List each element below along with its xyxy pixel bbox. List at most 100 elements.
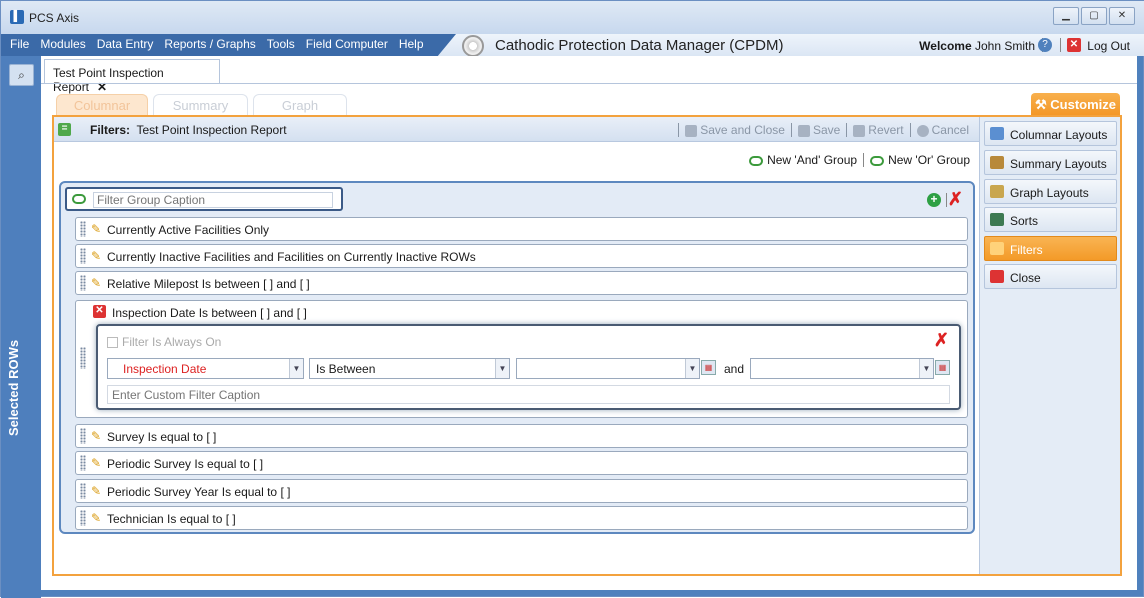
edit-pencil-icon[interactable]: ✎ [91,222,101,236]
remove-filter-icon[interactable]: ✕ [93,305,106,318]
cancel-button[interactable]: Cancel [916,123,969,137]
filter-row[interactable]: ✎ Periodic Survey Year Is equal to [ ] [75,479,968,503]
end-date-select[interactable]: ▼ [750,358,934,379]
edit-pencil-icon[interactable]: ✎ [91,511,101,525]
cancel-label: Cancel [931,123,969,137]
tab-summary[interactable]: Summary [153,94,248,115]
delete-group-icon[interactable]: ✗ [948,189,963,210]
filter-row[interactable]: ✎ Currently Inactive Facilities and Facil… [75,244,968,268]
new-or-group-link[interactable]: New 'Or' Group [870,153,970,167]
document-tab[interactable]: Test Point Inspection Report ✕ [44,59,220,94]
chart-icon [990,185,1004,198]
filter-group-caption-input[interactable] [93,192,333,208]
separator [678,123,680,137]
selected-rows-panel-toggle[interactable]: Selected ROWs [6,340,21,436]
field-value: Inspection Date [123,362,207,376]
filter-row[interactable]: ✎ Survey Is equal to [ ] [75,424,968,448]
menu-item-data-entry[interactable]: Data Entry [97,37,154,51]
start-date-select[interactable]: ▼ [516,358,700,379]
add-filter-icon[interactable]: + [927,193,941,207]
customize-button[interactable]: ⚒ Customize [1031,93,1120,117]
group-type-icon[interactable] [72,194,86,204]
app-window: ▌ PCS Axis ▁ ▢ ✕ File Modules Data Entry Re… [0,0,1144,598]
drag-handle-icon[interactable] [80,428,86,444]
side-item-filters[interactable]: Filters [984,236,1117,261]
tab-graph[interactable]: Graph [253,94,347,115]
filter-row[interactable]: ✎ Periodic Survey Is equal to [ ] [75,451,968,475]
expanded-filter-row: ✕ Inspection Date Is between [ ] and [ ]… [75,300,968,418]
filter-actions: Save and Close Save Revert Cancel [678,123,969,137]
chevron-down-icon[interactable]: ▼ [685,359,699,378]
and-group-icon [749,155,764,166]
edit-pencil-icon[interactable]: ✎ [91,456,101,470]
side-item-sorts[interactable]: Sorts [984,207,1117,232]
edit-pencil-icon[interactable]: ✎ [91,249,101,263]
new-and-group-label: New 'And' Group [767,153,858,167]
customize-panel: = Filters: Test Point Inspection Report … [52,115,1122,576]
logout-icon[interactable]: ✕ [1067,38,1081,52]
edit-pencil-icon[interactable]: ✎ [91,276,101,290]
edit-pencil-icon[interactable]: ✎ [91,484,101,498]
maximize-button[interactable]: ▢ [1081,7,1107,25]
menu-item-file[interactable]: File [10,37,29,51]
drag-handle-icon[interactable] [80,483,86,499]
revert-button[interactable]: Revert [853,123,904,137]
filter-group-caption [65,187,343,211]
save-and-close-button[interactable]: Save and Close [685,123,785,137]
side-item-graph-layouts[interactable]: Graph Layouts [984,179,1117,204]
always-on-checkbox[interactable]: Filter Is Always On [107,335,221,349]
menu-item-reports-graphs[interactable]: Reports / Graphs [164,37,255,51]
chevron-down-icon[interactable]: ▼ [919,359,933,378]
side-item-close[interactable]: Close [984,264,1117,289]
drag-handle-icon[interactable] [80,347,86,369]
side-item-label: Graph Layouts [1010,186,1089,200]
calendar-icon[interactable]: ▦ [935,360,950,375]
drag-handle-icon[interactable] [80,221,86,237]
menu-item-field-computer[interactable]: Field Computer [306,37,388,51]
delete-filter-icon[interactable]: ✗ [934,330,949,351]
tab-divider [41,83,1137,84]
wrench-icon: ⚒ [1034,97,1051,112]
side-item-columnar-layouts[interactable]: Columnar Layouts [984,121,1117,146]
filter-text: Currently Active Facilities Only [107,223,270,237]
filter-row[interactable]: ✎ Currently Active Facilities Only [75,217,968,241]
menu-item-help[interactable]: Help [399,37,424,51]
minimize-button[interactable]: ▁ [1053,7,1079,25]
search-icon[interactable]: ⌕ [9,64,34,86]
summary-icon [990,156,1004,169]
calendar-icon[interactable]: ▦ [701,360,716,375]
filter-text: Inspection Date Is between [ ] and [ ] [112,306,307,320]
help-icon[interactable]: ? [1038,38,1052,52]
drag-handle-icon[interactable] [80,275,86,291]
new-and-group-link[interactable]: New 'And' Group [749,153,857,167]
menu-item-modules[interactable]: Modules [40,37,85,51]
window-title: PCS Axis [29,11,80,25]
tab-columnar[interactable]: Columnar [56,94,148,115]
logout-link[interactable]: Log Out [1087,39,1130,53]
save-button[interactable]: Save [797,123,840,137]
collapse-icon[interactable]: = [58,123,71,136]
filter-row[interactable]: ✎ Relative Milepost Is between [ ] and [ … [75,271,968,295]
close-window-button[interactable]: ✕ [1109,7,1135,25]
title-bar: ▌ PCS Axis ▁ ▢ ✕ [1,1,1144,34]
welcome-label: Welcome [919,39,972,53]
drag-handle-icon[interactable] [80,510,86,526]
menu-item-tools[interactable]: Tools [267,37,295,51]
operator-select[interactable]: Is Between ▼ [309,358,510,379]
chevron-down-icon[interactable]: ▼ [289,359,303,378]
side-item-summary-layouts[interactable]: Summary Layouts [984,150,1117,175]
always-on-label: Filter Is Always On [122,335,222,349]
edit-pencil-icon[interactable]: ✎ [91,429,101,443]
or-group-icon [870,155,885,166]
chevron-down-icon[interactable]: ▼ [495,359,509,378]
drag-handle-icon[interactable] [80,455,86,471]
report-name: Test Point Inspection Report [136,123,287,137]
checkbox-box[interactable] [107,337,118,349]
filter-row[interactable]: ✎ Technician Is equal to [ ] [75,506,968,530]
side-item-label: Columnar Layouts [1010,128,1108,142]
module-title: Cathodic Protection Data Manager (CPDM) [495,37,784,54]
field-select[interactable]: Inspection Date ▼ [107,358,304,379]
separator [946,193,947,207]
custom-caption-input[interactable] [107,385,950,404]
drag-handle-icon[interactable] [80,248,86,264]
